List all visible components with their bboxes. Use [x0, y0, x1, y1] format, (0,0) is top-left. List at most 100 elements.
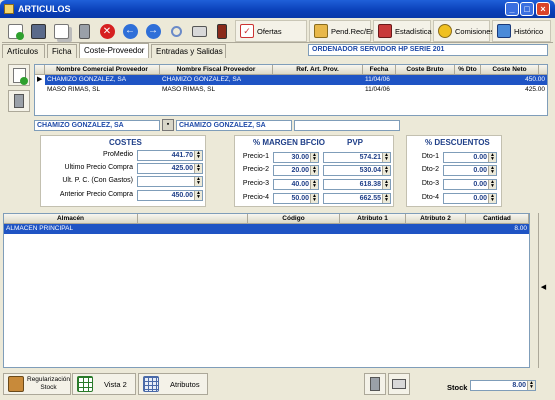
historico-button[interactable]: Histórico [492, 20, 551, 42]
provider-row[interactable]: MASO RIMAS, SL MASO RIMAS, SL 11/04/06 4… [35, 85, 547, 95]
col-nombre-fiscal[interactable]: Nombre Fiscal Proveedor [160, 65, 273, 75]
next-button[interactable]: → [142, 20, 164, 42]
spinner-icon[interactable]: ▲ ▼ [382, 194, 390, 203]
delete-provider-button[interactable] [8, 90, 30, 112]
spinner-icon[interactable]: ▲ ▼ [488, 194, 496, 203]
print-stock-button[interactable] [388, 373, 410, 395]
provider-row[interactable]: ▶ CHAMIZO GONZALEZ, SA CHAMIZO GONZALEZ,… [35, 75, 547, 85]
spinner-icon[interactable]: ▲ ▼ [194, 191, 202, 200]
regularizacion-stock-button[interactable]: Regularización Stock [3, 373, 71, 395]
trash-icon [14, 94, 24, 108]
col-codigo[interactable]: Código [248, 214, 340, 224]
maximize-button[interactable]: □ [520, 2, 534, 16]
pvp-1-input[interactable]: 574.21 ▲ ▼ [323, 152, 391, 163]
tab-coste-proveedor[interactable]: Coste-Proveedor [79, 43, 149, 58]
close-button[interactable]: × [536, 2, 550, 16]
ultimo-precio-input[interactable]: 425.00 ▲ ▼ [137, 163, 203, 174]
vertical-splitter[interactable]: ◀ [538, 213, 548, 368]
col-cantidad[interactable]: Cantidad [466, 214, 529, 224]
spinner-icon[interactable]: ▲ ▼ [488, 180, 496, 189]
col-ref-art-prov[interactable]: Ref. Art. Prov. [273, 65, 363, 75]
dto-4-input[interactable]: 0.00 ▲ ▼ [443, 193, 497, 204]
provider-comercial-field[interactable]: CHAMIZO GONZALEZ, SA [34, 120, 160, 131]
spinner-icon[interactable]: ▲ ▼ [382, 153, 390, 162]
promedio-input[interactable]: 441.70 ▲ ▼ [137, 150, 203, 161]
spinner-icon[interactable]: ▲ ▼ [382, 166, 390, 175]
spinner-icon[interactable]: ▲ ▼ [310, 166, 318, 175]
spinner-icon[interactable]: ▲ ▼ [310, 153, 318, 162]
search-button[interactable] [165, 20, 187, 42]
estadistica-label: Estadística [395, 26, 432, 36]
pvp-4-input[interactable]: 662.55 ▲ ▼ [323, 193, 391, 204]
dto-1-input[interactable]: 0.00 ▲ ▼ [443, 152, 497, 163]
margin-4-value: 50.00 [291, 195, 309, 202]
tab-ficha[interactable]: Ficha [47, 44, 77, 58]
margen-panel: % MARGEN BFCIO PVP Precio-1 30.00 ▲ ▼ 574.… [234, 135, 394, 207]
spinner-icon[interactable]: ▲ ▼ [194, 164, 202, 173]
estadistica-button[interactable]: Estadística [373, 20, 432, 42]
toolbar: ✕ ← → ✓ Ofertas Pend.Rec/Ent Estadística … [2, 19, 553, 43]
ult-pc-gastos-input[interactable]: ▲ ▼ [137, 176, 203, 187]
pvp-title: PVP [347, 138, 364, 147]
tab-articulos[interactable]: Artículos [2, 44, 45, 58]
spinner-icon[interactable]: ▲ ▼ [488, 153, 496, 162]
atributos-button[interactable]: Atributos [138, 373, 208, 395]
pvp-3-input[interactable]: 618.38 ▲ ▼ [323, 179, 391, 190]
pend-rec-ent-button[interactable]: Pend.Rec/Ent [309, 20, 377, 42]
col-atributo-1[interactable]: Atributo 1 [340, 214, 406, 224]
spinner-icon[interactable]: ▲ ▼ [310, 180, 318, 189]
save-button[interactable] [27, 20, 49, 42]
spinner-icon[interactable]: ▲ ▼ [310, 194, 318, 203]
spinner-icon[interactable]: ▲ ▼ [194, 177, 202, 186]
pvp-2-input[interactable]: 530.04 ▲ ▼ [323, 165, 391, 176]
delete-stock-button[interactable] [364, 373, 386, 395]
dto-3-input[interactable]: 0.00 ▲ ▼ [443, 179, 497, 190]
col-nombre-comercial[interactable]: Nombre Comercial Proveedor [45, 65, 160, 75]
col-dto[interactable]: % Dto [455, 65, 481, 75]
stock-grid-header: Almacén Código Atributo 1 Atributo 2 Can… [4, 214, 529, 224]
copy-button[interactable] [50, 20, 72, 42]
dto-2-input[interactable]: 0.00 ▲ ▼ [443, 165, 497, 176]
col-coste-bruto[interactable]: Coste Bruto [396, 65, 455, 75]
col-coste-neto[interactable]: Coste Neto [481, 65, 539, 75]
cancel-button[interactable]: ✕ [96, 20, 118, 42]
spinner-icon[interactable]: ▲ ▼ [194, 151, 202, 160]
costes-panel: COSTES ProMedio 441.70 ▲ ▼ Ultimo Precio C… [40, 135, 206, 207]
stock-input[interactable]: 8.00 ▲ ▼ [470, 380, 536, 391]
provider-fiscal-field[interactable]: CHAMIZO GONZALEZ, SA [176, 120, 292, 131]
arrow-left-icon: ← [122, 23, 138, 39]
print-button[interactable] [188, 20, 210, 42]
add-provider-button[interactable] [8, 64, 30, 86]
margin-3-input[interactable]: 40.00 ▲ ▼ [273, 179, 319, 190]
search-icon [170, 25, 182, 37]
vista-2-label: Vista 2 [104, 379, 127, 389]
ofertas-button[interactable]: ✓ Ofertas [235, 20, 307, 42]
col-blank[interactable] [138, 214, 248, 224]
stock-row[interactable]: ALMACEN PRINCIPAL 8.00 [4, 224, 529, 234]
anterior-precio-input[interactable]: 450.00 ▲ ▼ [137, 190, 203, 201]
col-atributo-2[interactable]: Atributo 2 [406, 214, 466, 224]
minimize-button[interactable]: _ [505, 2, 519, 16]
spinner-icon[interactable]: ▲ ▼ [488, 166, 496, 175]
add-button[interactable] [4, 20, 26, 42]
stock-grid: Almacén Código Atributo 1 Atributo 2 Can… [3, 213, 530, 368]
provider-lookup-button[interactable]: ▪ [162, 119, 174, 131]
row-pointer-icon: ▶ [37, 76, 43, 83]
provider-dto [455, 75, 481, 85]
col-almacen[interactable]: Almacén [4, 214, 138, 224]
margin-1-input[interactable]: 30.00 ▲ ▼ [273, 152, 319, 163]
dto-3-label: Dto-3 [421, 180, 439, 187]
provider-bruto [396, 75, 455, 85]
previous-button[interactable]: ← [119, 20, 141, 42]
col-fecha[interactable]: Fecha [363, 65, 396, 75]
exit-button[interactable] [211, 20, 233, 42]
spinner-icon[interactable]: ▲ ▼ [527, 381, 535, 390]
trash-button[interactable] [73, 20, 95, 42]
margin-2-input[interactable]: 20.00 ▲ ▼ [273, 165, 319, 176]
comisiones-button[interactable]: Comisiones [433, 20, 494, 42]
margin-4-input[interactable]: 50.00 ▲ ▼ [273, 193, 319, 204]
spinner-icon[interactable]: ▲ ▼ [382, 180, 390, 189]
provider-extra-field[interactable] [294, 120, 400, 131]
tab-entradas-salidas[interactable]: Entradas y Salidas [151, 44, 226, 58]
vista-2-button[interactable]: Vista 2 [72, 373, 136, 395]
